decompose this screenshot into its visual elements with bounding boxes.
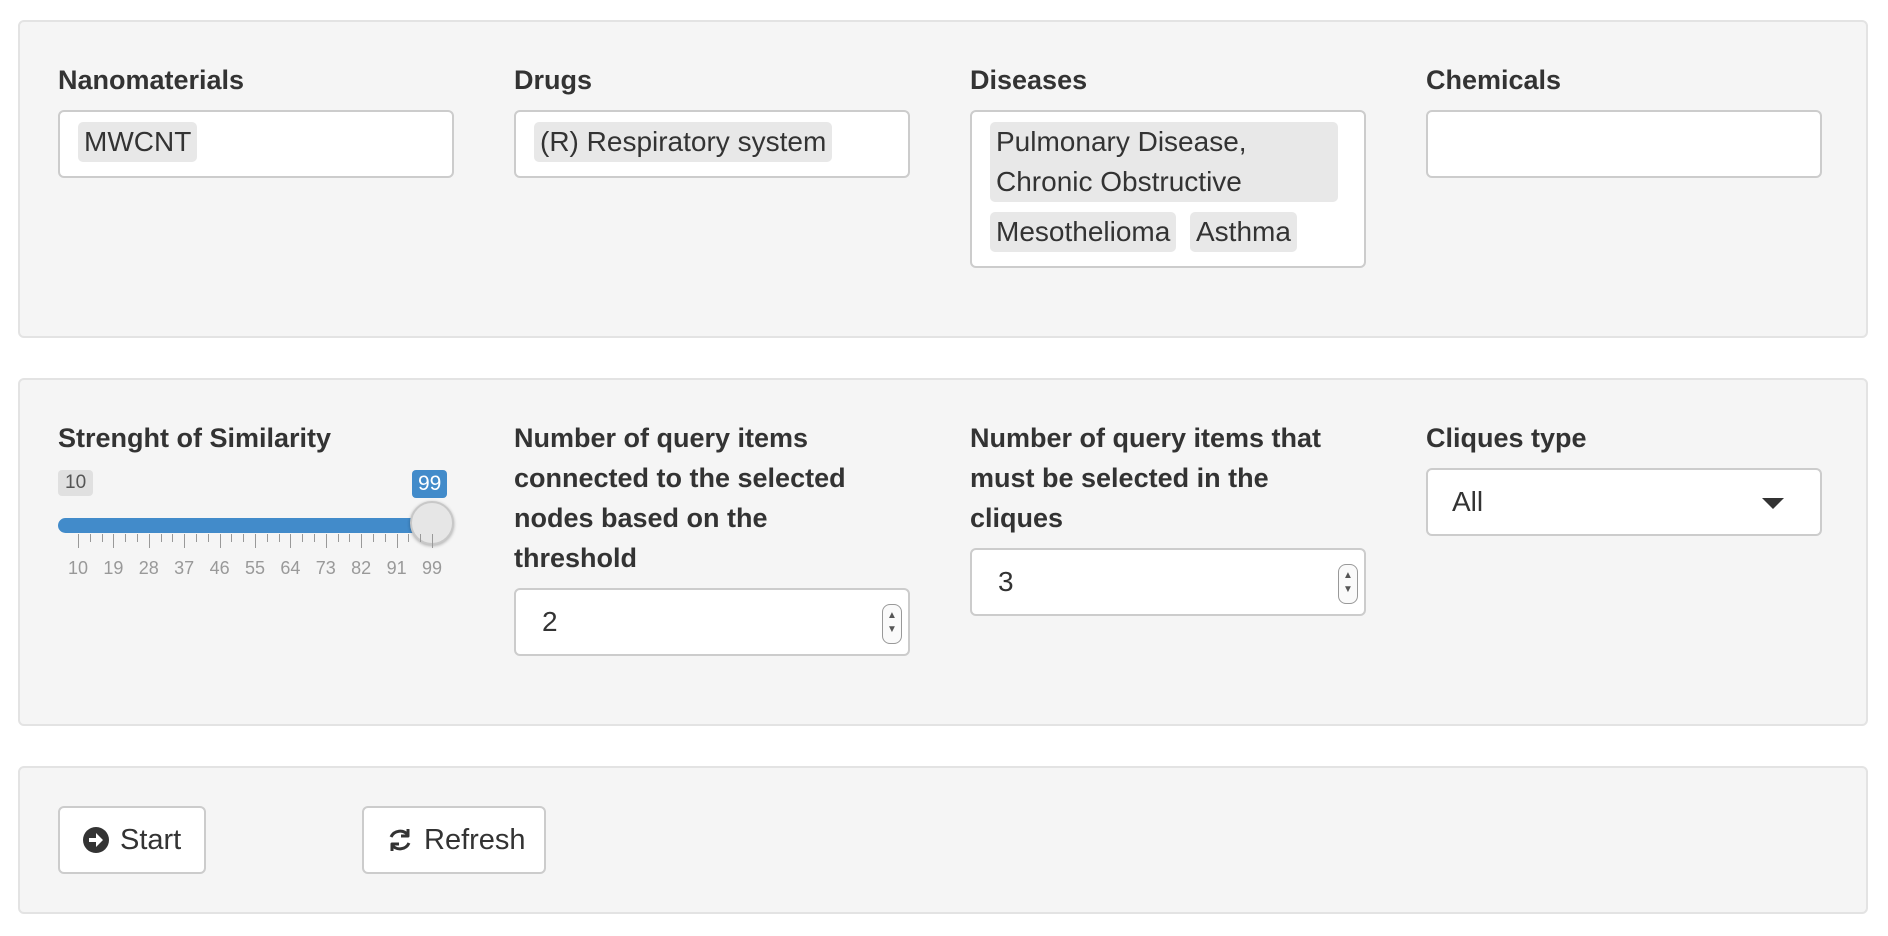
slider-tick [160,534,162,542]
slider-tick [207,534,209,542]
refresh-button[interactable]: Refresh [362,806,546,874]
slider-tick [184,534,186,548]
connected-items-spinner[interactable]: ▲ ▼ [882,604,902,644]
slider-tick [101,534,103,542]
similarity-min-label: 10 [58,470,94,496]
refresh-button-label: Refresh [424,823,526,856]
must-select-spinner[interactable]: ▲ ▼ [1338,564,1358,604]
cliques-type-value: All [1452,486,1484,517]
slider-tick [196,534,197,542]
slider-tick [314,534,315,542]
slider-tick [172,534,174,542]
actions-panel [18,766,1868,914]
similarity-label: Strenght of Similarity [58,423,332,453]
slider-tick [373,534,374,542]
diseases-chip[interactable]: Pulmonary Disease, Chronic Obstructive [990,122,1338,202]
slider-tick [361,534,363,548]
chemicals-select[interactable] [1426,110,1822,178]
slider-tick [89,534,91,542]
slider-tick-label: 73 [315,558,336,578]
slider-tick-label: 19 [103,558,124,578]
slider-tick-label: 55 [244,558,266,578]
slider-tick-label: 82 [351,558,372,578]
slider-tick [137,534,138,542]
slider-tick [148,534,150,548]
arrow-circle-right-icon [82,826,110,854]
slider-tick [219,534,221,548]
slider-tick-label: 10 [67,558,89,578]
drugs-label: Drugs [514,65,593,95]
slider-tick [325,534,327,548]
slider-tick [266,534,268,542]
connected-items-input[interactable]: 2 ▲ ▼ [514,588,910,656]
chevron-down-icon [1762,498,1784,509]
nanomaterials-label: Nanomaterials [58,65,245,95]
must-select-label: Number of query items that must be selec… [970,423,1322,533]
similarity-slider-track[interactable] [58,518,432,533]
diseases-chip[interactable]: Asthma [1190,212,1297,252]
diseases-select[interactable]: Pulmonary Disease, Chronic Obstructive M… [970,110,1366,268]
slider-tick-label: 64 [280,558,301,578]
slider-tick [337,534,339,542]
refresh-icon [386,826,414,854]
slider-tick-label: 46 [209,558,230,578]
diseases-chip[interactable]: Mesothelioma [990,212,1177,252]
slider-tick [420,534,422,542]
selectors-panel [18,20,1868,338]
diseases-label: Diseases [970,65,1088,95]
slider-tick [290,534,292,548]
nanomaterials-chip[interactable]: MWCNT [78,122,198,162]
slider-tick [231,534,233,542]
slider-tick [125,534,127,542]
slider-tick [396,534,398,548]
cliques-type-label: Cliques type [1426,423,1587,453]
nanomaterials-select[interactable]: MWCNT [58,110,454,178]
connected-items-value: 2 [542,606,558,637]
cliques-type-select[interactable]: All [1426,468,1822,536]
must-select-value: 3 [998,566,1014,597]
slider-tick [243,534,245,542]
must-select-input[interactable]: 3 ▲ ▼ [970,548,1366,616]
drugs-select[interactable]: (R) Respiratory system [514,110,910,178]
chemicals-label: Chemicals [1426,65,1562,95]
slider-tick [255,534,256,548]
slider-tick [349,534,351,542]
slider-tick [408,534,410,542]
similarity-value-label: 99 [412,470,448,498]
slider-tick [113,534,115,548]
slider-tick [78,534,79,548]
slider-tick [302,534,304,542]
start-button-label: Start [120,823,182,856]
connected-items-label: Number of query items connected to the s… [514,423,846,573]
slider-tick-label: 91 [386,558,407,578]
slider-tick [432,534,433,548]
drugs-chip[interactable]: (R) Respiratory system [534,122,833,162]
slider-tick-label: 99 [421,558,443,578]
slider-tick-label: 37 [174,558,195,578]
slider-tick [278,534,280,542]
slider-tick-label: 28 [138,558,159,578]
slider-tick [384,534,386,542]
start-button[interactable]: Start [58,806,206,874]
